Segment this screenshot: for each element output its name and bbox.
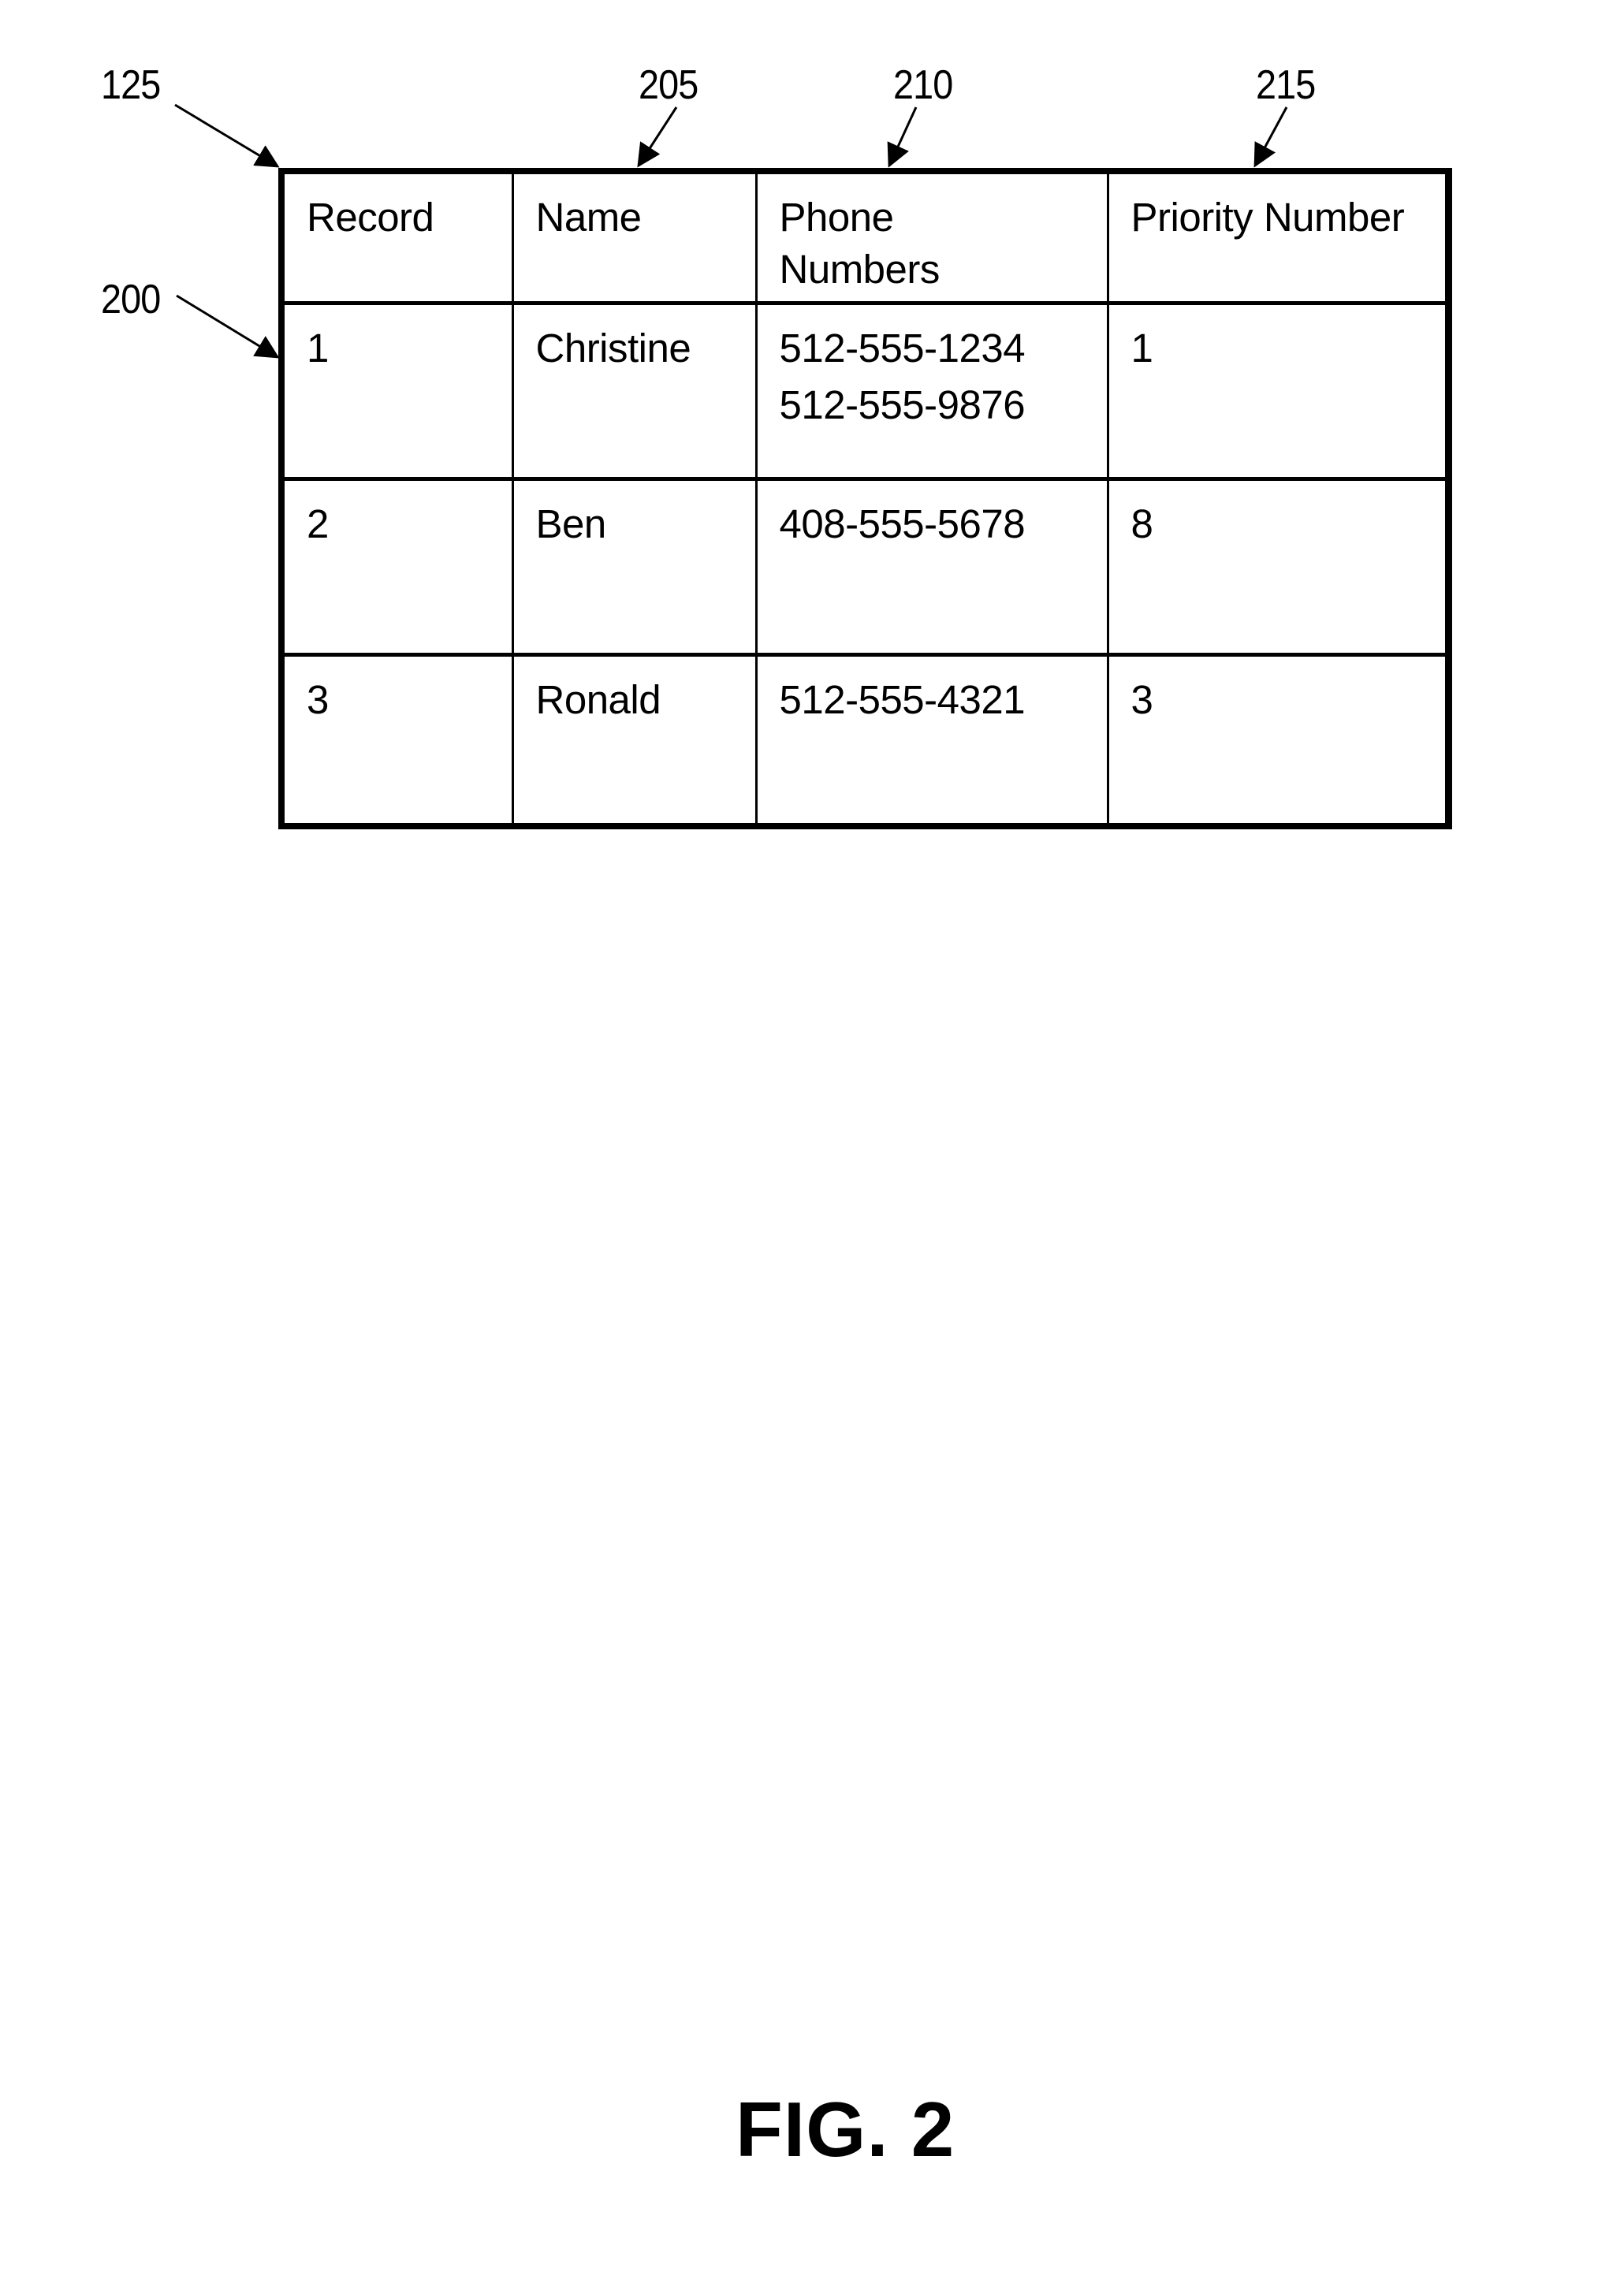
reference-numeral-record-row: 200 — [101, 277, 161, 322]
phone-number: 512-555-9876 — [779, 382, 1026, 427]
cell-name: Ronald — [511, 653, 758, 823]
cell-phone-numbers: 512-555-4321 — [754, 653, 1109, 823]
reference-numeral-phone-column: 210 — [893, 62, 953, 108]
cell-phone-numbers: 512-555-1234 512-555-9876 — [754, 301, 1109, 481]
reference-numeral-name-column: 205 — [639, 62, 698, 108]
header-priority-number: Priority Number — [1106, 174, 1445, 305]
table-header-row: Record Name Phone Numbers Priority Numbe… — [285, 174, 1445, 305]
figure-label: FIG. 2 — [736, 2086, 955, 2173]
leader-200 — [176, 294, 280, 359]
cell-priority: 1 — [1106, 301, 1445, 481]
phone-number: 512-555-1234 — [779, 325, 1026, 371]
cell-priority: 8 — [1106, 477, 1445, 657]
cell-record: 3 — [285, 653, 514, 823]
header-phone-line2: Numbers — [779, 247, 941, 292]
reference-numeral-priority-column: 215 — [1256, 62, 1316, 108]
cell-phone-numbers: 408-555-5678 — [754, 477, 1109, 657]
records-table: Record Name Phone Numbers Priority Numbe… — [278, 168, 1452, 829]
leader-125 — [174, 103, 280, 168]
header-phone-line1: Phone — [779, 195, 894, 240]
cell-record: 1 — [285, 301, 514, 481]
leader-215 — [1253, 106, 1288, 168]
cell-record: 2 — [285, 477, 514, 657]
header-phone-numbers: Phone Numbers — [754, 174, 1109, 305]
reference-numeral-table: 125 — [101, 62, 161, 108]
leader-205 — [637, 106, 678, 168]
header-record: Record — [285, 174, 514, 305]
leader-210 — [887, 106, 918, 168]
phone-number: 512-555-4321 — [779, 676, 1026, 722]
table-row: 3 Ronald 512-555-4321 3 — [285, 653, 1445, 823]
cell-name: Ben — [511, 477, 758, 657]
table-row: 1 Christine 512-555-1234 512-555-9876 1 — [285, 301, 1445, 481]
cell-priority: 3 — [1106, 653, 1445, 823]
table-row: 2 Ben 408-555-5678 8 — [285, 477, 1445, 657]
phone-number: 408-555-5678 — [779, 501, 1026, 546]
cell-name: Christine — [511, 301, 758, 481]
header-name: Name — [511, 174, 758, 305]
